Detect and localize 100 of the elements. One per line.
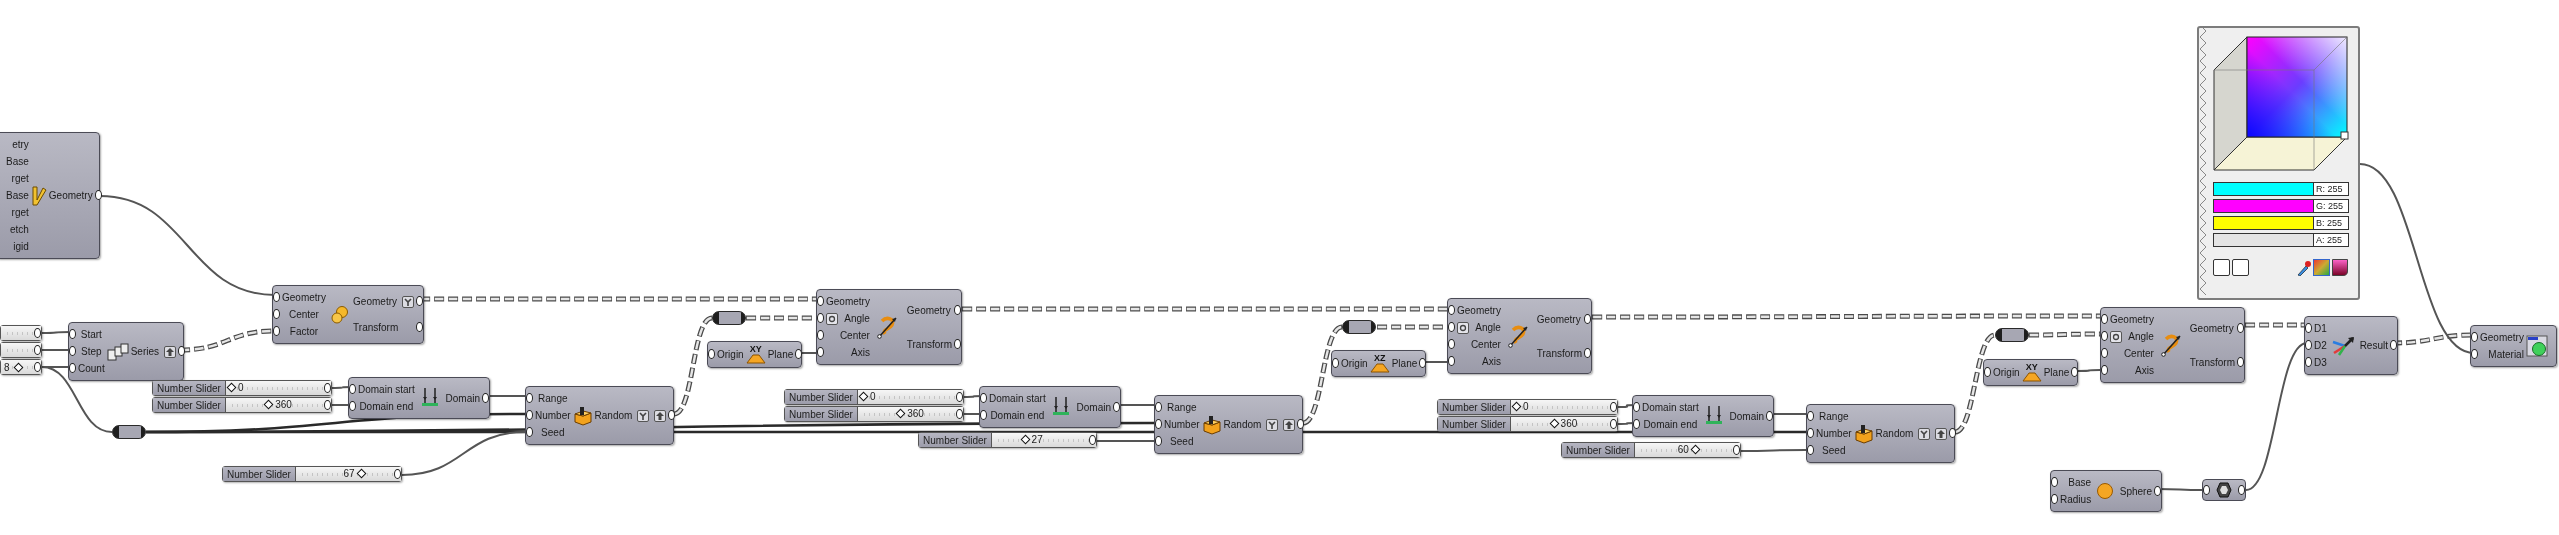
slider-track[interactable]: 0 [226,381,331,395]
funnel-icon[interactable] [402,295,414,308]
component-node[interactable]: Domain start Domain end Domain [348,377,490,419]
relay-node[interactable] [112,425,146,439]
slider-knob[interactable] [1690,444,1701,455]
funnel-icon[interactable] [1918,427,1931,440]
input-grip[interactable] [1984,367,1991,377]
component-node[interactable]: Domain start Domain end Domain [1632,395,1774,437]
slider-knob[interactable] [1511,401,1522,412]
output-grip[interactable] [956,391,963,402]
slider-knob[interactable] [226,382,237,393]
arrow-up-icon[interactable] [1935,427,1948,440]
component-node[interactable]: D1 D2 D3 Result [2304,316,2398,375]
output-grip[interactable] [34,361,41,372]
component-node[interactable]: Range Number Seed Random [1806,404,1955,463]
slider-track[interactable] [0,325,42,341]
input-grip[interactable] [708,349,715,359]
component-node[interactable]: Range Number Seed Random [525,386,674,445]
output-grip[interactable] [1089,434,1096,445]
component-node[interactable]: Geometry Angle Center Axis Geometry Transform [2100,307,2245,383]
slider-knob[interactable] [13,362,23,372]
slider-track[interactable]: 27 [992,433,1096,447]
output-grip[interactable] [1610,418,1617,429]
output-grip[interactable] [1584,313,1591,324]
slider-knob[interactable] [263,399,274,410]
component-node[interactable]: Geometry Center Factor Geometry Transform [272,285,424,344]
slider-track[interactable]: 8 [0,359,42,375]
output-grip[interactable] [178,346,186,356]
slider-knob[interactable] [858,391,869,402]
color-well[interactable] [2213,259,2230,276]
component-node[interactable]: Geometry Material [2470,325,2557,367]
output-grip[interactable] [94,190,102,200]
input-grip[interactable] [1332,358,1339,368]
output-grip[interactable] [668,410,676,420]
output-grip[interactable] [2238,484,2245,495]
arrow-up-icon[interactable] [654,409,667,422]
output-grip[interactable] [2071,367,2079,377]
param-node[interactable] [2202,479,2246,501]
output-grip[interactable] [2237,356,2244,367]
slider-track[interactable]: 0 [1511,400,1617,414]
output-grip[interactable] [34,327,41,338]
slider-knob[interactable] [1549,418,1560,429]
component-node[interactable]: etry Base rget Base rget etch igid Geometry [0,132,100,259]
funnel-icon[interactable] [637,409,650,422]
output-grip[interactable] [324,382,331,393]
component-node[interactable]: Base Radius Sphere [2050,470,2162,512]
output-grip[interactable] [1733,444,1740,455]
output-grip[interactable] [416,321,423,332]
component-node[interactable]: Start Step Count Series [68,322,184,381]
arrow-up-icon[interactable] [164,345,177,358]
color-well[interactable] [2232,259,2249,276]
slider-track[interactable]: 60 [1635,443,1740,457]
output-grip[interactable] [1113,401,1120,412]
output-grip[interactable] [795,349,803,359]
output-grip[interactable] [1949,428,1957,438]
output-grip[interactable] [954,338,961,349]
slider-track[interactable]: 360 [858,407,963,421]
output-grip[interactable] [1766,410,1773,421]
slider-track[interactable] [0,342,42,358]
slider-knob[interactable] [895,408,906,419]
output-grip[interactable] [394,468,401,479]
relay-node[interactable] [712,311,746,325]
slider-track[interactable]: 360 [226,398,331,412]
output-grip[interactable] [956,408,963,419]
component-node[interactable]: Geometry Angle Center Axis Geometry Transform [1447,298,1592,374]
slider-track[interactable]: 67 [296,467,401,481]
slider-knob[interactable] [1020,434,1031,445]
arrow-up-icon[interactable] [1283,418,1296,431]
output-grip[interactable] [2154,485,2161,496]
component-node[interactable]: Range Number Seed Random [1154,395,1303,454]
output-grip[interactable] [34,344,41,355]
output-grip[interactable] [324,399,331,410]
output-grip[interactable] [1297,419,1305,429]
output-grip[interactable] [2237,322,2244,333]
shaded-swatch-icon[interactable] [2332,259,2348,276]
degree-icon[interactable] [826,312,838,325]
eyedropper-icon[interactable] [2297,259,2311,276]
degree-icon[interactable] [2110,330,2122,343]
funnel-icon[interactable] [1266,418,1279,431]
channel-label: G: 255 [2313,200,2348,212]
slider-track[interactable]: 360 [1511,417,1617,431]
input-grip[interactable] [2203,484,2210,495]
output-grip[interactable] [1610,401,1617,412]
output-grip[interactable] [1584,347,1591,358]
output-grip[interactable] [1419,358,1427,368]
output-grip[interactable] [482,392,489,403]
component-node[interactable]: Geometry Angle Center Axis Geometry Transform [816,289,962,365]
output-grip[interactable] [2390,340,2397,350]
component-node[interactable]: Origin XY Plane [1983,359,2078,386]
degree-icon[interactable] [1457,321,1469,334]
relay-node[interactable] [1995,328,2029,342]
relay-node[interactable] [1342,320,1376,334]
slider-knob[interactable] [356,468,366,479]
component-node[interactable]: Origin XZ Plane [1331,350,1426,377]
output-grip[interactable] [416,296,423,307]
input-label: Geometry [1457,304,1501,317]
component-node[interactable]: Origin XY Plane [707,341,802,368]
slider-track[interactable]: 0 [858,390,963,404]
output-grip[interactable] [954,304,961,315]
component-node[interactable]: Domain start Domain end Domain [979,386,1121,428]
